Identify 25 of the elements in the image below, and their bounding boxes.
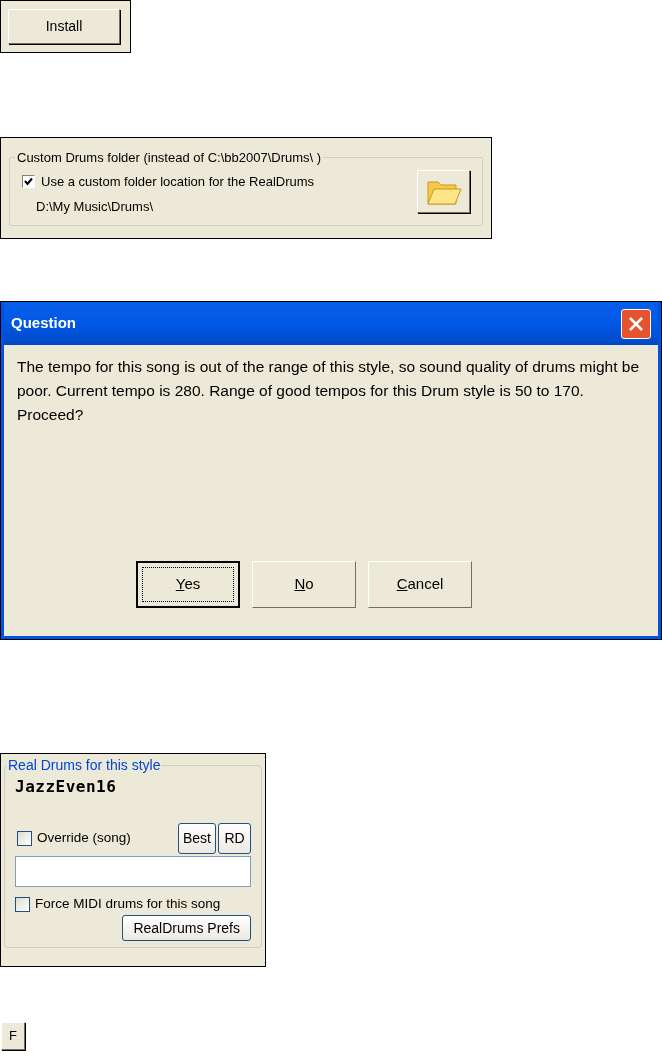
message-text: The tempo for this song is out of the range of this style, so sound quality of drums might be poor. Current tempo is 280. Range of good tempos for this Drum style is 50 to 170. Proceed? [17, 357, 641, 425]
group-title: Real Drums for this style [7, 756, 162, 775]
style-name: JazzEven16 [15, 776, 118, 798]
group-title: Custom Drums folder (instead of C:\bb2007\Drums\ ) [16, 149, 323, 167]
prefs-button[interactable]: RealDrums Prefs [122, 915, 251, 942]
checkbox[interactable] [17, 831, 32, 846]
input-field[interactable] [15, 856, 251, 887]
checkbox[interactable] [15, 896, 30, 912]
browse-folder-button[interactable] [417, 169, 470, 213]
key-cap: F [1, 1022, 25, 1050]
install-button[interactable]: Install [8, 9, 120, 44]
dialog-button[interactable]: Yes [136, 561, 240, 608]
style-button[interactable]: Best [178, 823, 216, 854]
checkbox-label: Use a custom folder location for the RealDrums [41, 172, 315, 191]
dialog-button[interactable]: Cancel [368, 561, 472, 608]
checkbox[interactable] [22, 174, 35, 188]
close-icon [628, 315, 644, 332]
style-button[interactable]: RD [218, 823, 251, 854]
checkbox-label: Force MIDI drums for this song [35, 895, 221, 913]
checkbox-label: Override (song) [37, 829, 131, 848]
dialog-button[interactable]: No [252, 561, 356, 608]
folder-path: D:\My Music\Drums\ [36, 198, 154, 216]
checkmark-icon [24, 176, 33, 186]
close-button[interactable] [621, 308, 651, 339]
window-title: Question [11, 313, 76, 334]
